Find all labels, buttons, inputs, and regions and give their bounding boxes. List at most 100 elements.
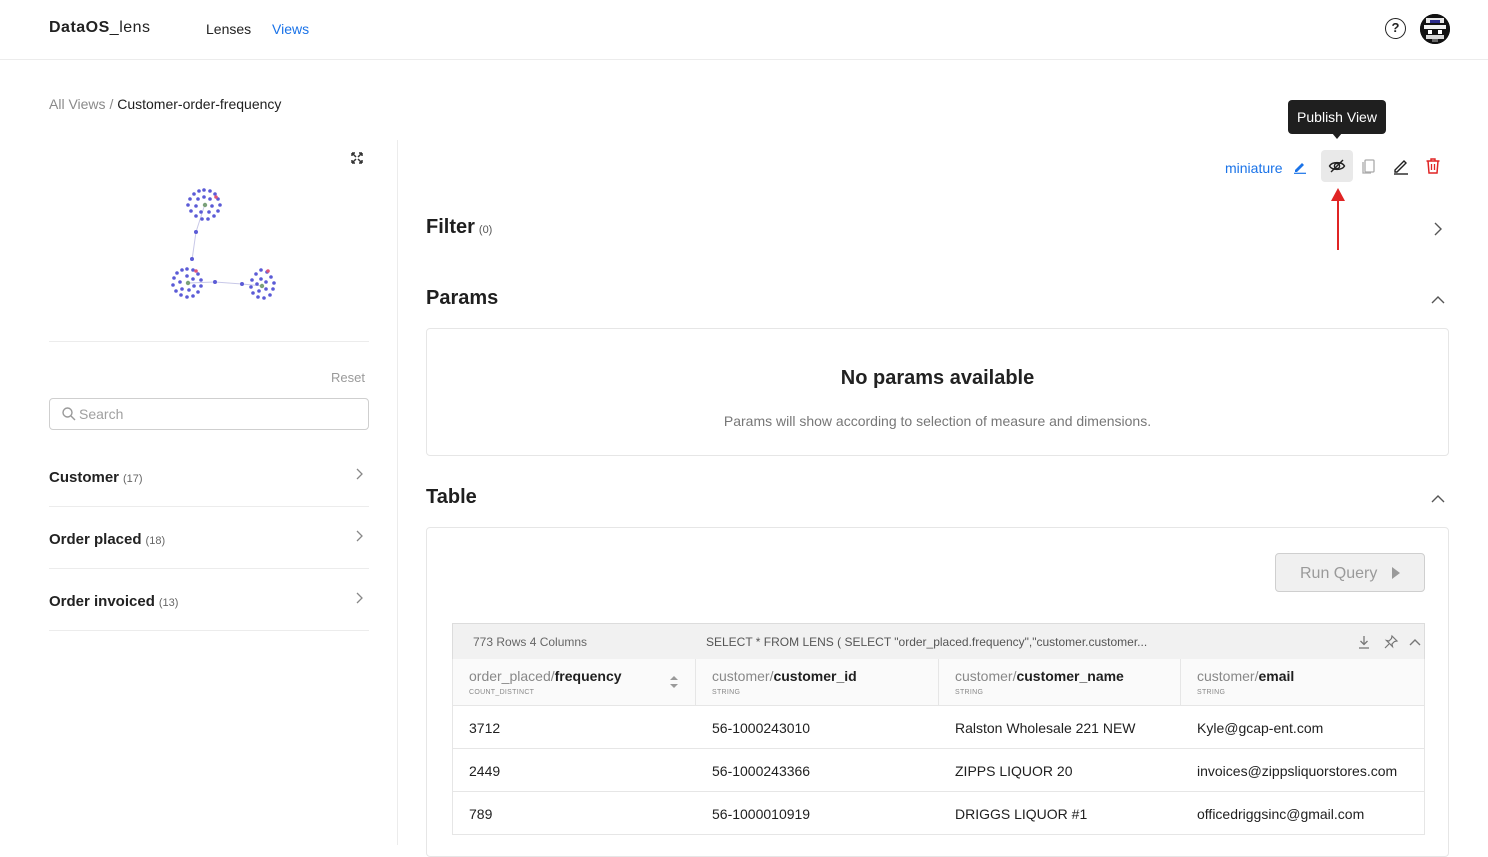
chevron-up-icon[interactable] — [1407, 634, 1423, 650]
edit-icon[interactable] — [1293, 160, 1307, 174]
column-header[interactable]: customer/email STRING — [1181, 659, 1424, 706]
params-empty-title: No params available — [840, 367, 1035, 389]
brand-logo[interactable]: DataOS_lens — [49, 19, 151, 37]
sort-icon[interactable] — [669, 674, 679, 690]
lens-graph[interactable] — [160, 185, 290, 305]
copy-button[interactable] — [1353, 150, 1385, 182]
play-icon — [1392, 567, 1400, 579]
chevron-right-icon[interactable] — [1430, 221, 1446, 237]
table-cell: 56-1000010919 — [712, 806, 811, 822]
entity-row-order-placed[interactable]: Order placed (18) — [49, 507, 369, 569]
column-header[interactable]: customer/customer_id STRING — [696, 659, 939, 706]
chevron-up-icon[interactable] — [1430, 491, 1446, 507]
lens-name-link[interactable]: miniature — [1225, 160, 1283, 176]
column-prefix: customer/ — [955, 668, 1017, 684]
table-cell: Ralston Wholesale 221 NEW — [955, 720, 1136, 736]
table-cell: DRIGGS LIQUOR #1 — [955, 806, 1088, 822]
search-icon — [62, 407, 76, 421]
publish-view-button[interactable] — [1321, 150, 1353, 182]
table-cell: officedriggsinc@gmail.com — [1197, 806, 1365, 822]
results-table: order_placed/frequency COUNT_DISTINCT cu… — [452, 659, 1425, 835]
table-row[interactable]: 3712 56-1000243010 Ralston Wholesale 221… — [453, 706, 1424, 749]
chevron-right-icon[interactable] — [355, 529, 365, 543]
breadcrumb-current: Customer-order-frequency — [117, 96, 282, 112]
breadcrumb-separator: / — [109, 96, 114, 112]
chevron-right-icon[interactable] — [355, 591, 365, 605]
column-field: customer_id — [773, 668, 857, 684]
panel-divider — [49, 341, 369, 342]
eye-off-icon — [1328, 159, 1346, 173]
column-prefix: customer/ — [712, 668, 774, 684]
run-query-label: Run Query — [1300, 565, 1378, 582]
brand-suffix: _lens — [109, 19, 151, 36]
params-empty-subtitle: Params will show according to selection … — [723, 413, 1152, 429]
graph-cluster-customer[interactable] — [186, 188, 222, 221]
avatar[interactable] — [1420, 14, 1450, 44]
entity-name: Order invoiced — [49, 593, 155, 610]
run-query-button[interactable]: Run Query — [1275, 553, 1425, 592]
edit-view-button[interactable] — [1385, 150, 1417, 182]
column-field: customer_name — [1016, 668, 1124, 684]
filter-section-title[interactable]: Filter (0) — [426, 216, 492, 239]
table-card: Run Query 773 Rows 4 Columns SELECT * FR… — [426, 527, 1449, 857]
chevron-right-icon[interactable] — [355, 467, 365, 481]
chevron-up-icon[interactable] — [1430, 292, 1446, 308]
nav-views-link[interactable]: Views — [272, 21, 309, 37]
entity-row-order-invoiced[interactable]: Order invoiced (13) — [49, 569, 369, 631]
delete-view-button[interactable] — [1417, 150, 1449, 182]
column-field: email — [1258, 668, 1295, 684]
search-field[interactable] — [49, 398, 369, 430]
tooltip-arrow — [1332, 133, 1342, 139]
top-navigation-bar: DataOS_lens Lenses Views ? — [0, 0, 1488, 60]
annotation-arrow-icon — [1331, 188, 1345, 250]
table-row[interactable]: 2449 56-1000243366 ZIPPS LIQUOR 20 invoi… — [453, 749, 1424, 792]
params-section-title[interactable]: Params — [426, 287, 498, 310]
trash-icon — [1426, 158, 1440, 174]
pencil-icon — [1394, 160, 1408, 175]
column-header[interactable]: order_placed/frequency COUNT_DISTINCT — [453, 659, 696, 706]
table-section-title[interactable]: Table — [426, 486, 477, 509]
column-field: frequency — [554, 668, 622, 684]
filter-label: Filter — [426, 216, 475, 238]
table-cell: Kyle@gcap-ent.com — [1197, 720, 1324, 736]
column-header[interactable]: customer/customer_name STRING — [939, 659, 1181, 706]
brand-name: DataOS — [49, 19, 110, 36]
expand-icon[interactable] — [349, 150, 365, 166]
result-meta: 773 Rows 4 Columns — [473, 635, 588, 649]
entity-row-customer[interactable]: Customer (17) — [49, 445, 369, 507]
breadcrumb-all-views[interactable]: All Views — [49, 96, 106, 112]
table-header-row: order_placed/frequency COUNT_DISTINCT cu… — [453, 659, 1424, 706]
table-cell: 3712 — [469, 720, 501, 736]
breadcrumb: All Views / Customer-order-frequency — [49, 96, 281, 112]
filter-count: (0) — [478, 224, 493, 236]
search-input[interactable] — [79, 404, 359, 424]
entity-name: Order placed — [49, 531, 142, 548]
entity-count: (13) — [158, 597, 179, 609]
column-type: COUNT_DISTINCT — [469, 689, 535, 696]
pin-icon[interactable] — [1383, 634, 1399, 650]
graph-cluster-order-invoiced[interactable] — [249, 268, 276, 300]
download-icon[interactable] — [1356, 634, 1372, 650]
left-panel: Reset Customer(17) Order placed(18) Orde… — [0, 140, 398, 845]
result-info-bar: 773 Rows 4 Columns SELECT * FROM LENS ( … — [452, 623, 1425, 660]
table-cell: 2449 — [469, 763, 501, 779]
params-card: No params available Params will show acc… — [426, 328, 1449, 456]
reset-button[interactable]: Reset — [331, 370, 365, 385]
column-type: STRING — [712, 689, 741, 696]
column-type: STRING — [955, 689, 984, 696]
table-cell: 789 — [469, 806, 493, 822]
table-row[interactable]: 789 56-1000010919 DRIGGS LIQUOR #1 offic… — [453, 792, 1424, 835]
column-prefix: order_placed/ — [469, 668, 555, 684]
help-icon[interactable]: ? — [1385, 18, 1406, 39]
table-cell: 56-1000243010 — [712, 720, 811, 736]
table-cell: ZIPPS LIQUOR 20 — [955, 763, 1073, 779]
column-type: STRING — [1197, 689, 1226, 696]
entity-count: (18) — [145, 535, 166, 547]
column-prefix: customer/ — [1197, 668, 1259, 684]
nav-lenses-link[interactable]: Lenses — [206, 21, 251, 37]
result-sql[interactable]: SELECT * FROM LENS ( SELECT "order_place… — [706, 635, 1147, 649]
copy-icon — [1362, 159, 1375, 174]
table-cell: 56-1000243366 — [712, 763, 811, 779]
table-cell: invoices@zippsliquorstores.com — [1197, 763, 1398, 779]
publish-view-tooltip: Publish View — [1288, 100, 1386, 134]
